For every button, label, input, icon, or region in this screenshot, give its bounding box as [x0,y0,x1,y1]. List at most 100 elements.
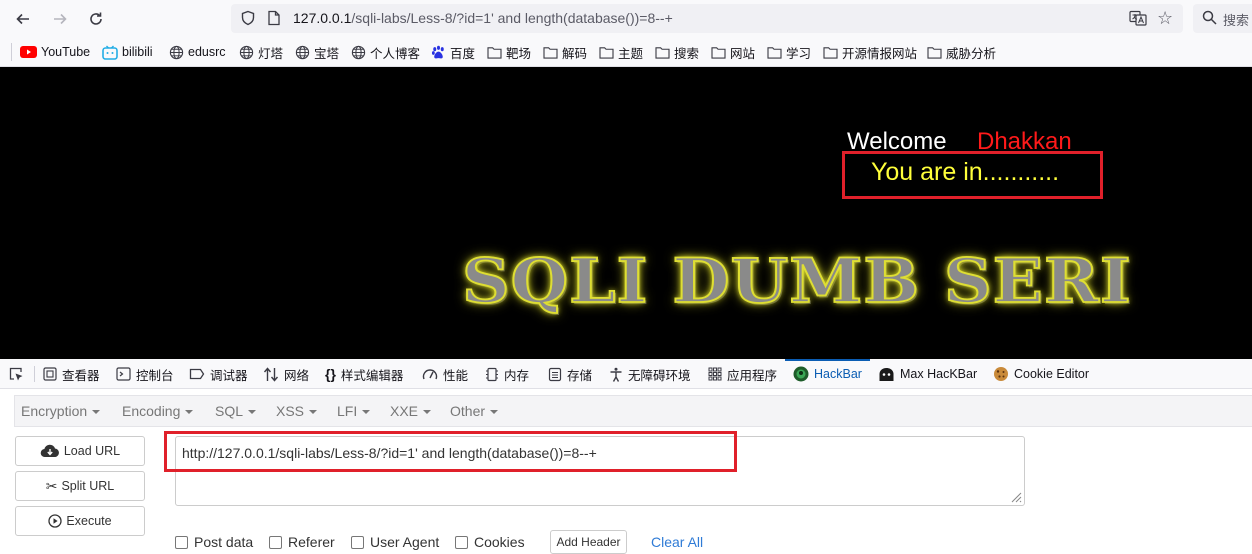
globe-icon [295,45,310,59]
tab-console[interactable]: 控制台 [116,359,174,389]
caret-down-icon [423,410,432,415]
tab-memory[interactable]: 内存 [485,359,529,389]
menu-xss[interactable]: XSS [276,403,318,419]
play-circle-icon [48,514,63,528]
tab-debugger[interactable]: 调试器 [189,359,248,389]
element-picker-icon [9,367,23,381]
user-agent-checkbox[interactable] [351,535,364,549]
option-label: User Agent [370,534,440,550]
star-icon[interactable]: ☆ [1157,8,1173,29]
tab-accessibility[interactable]: 无障碍环境 [609,359,691,389]
menu-encoding[interactable]: Encoding [122,403,194,419]
option-label: Referer [288,534,335,550]
bookmark-baota[interactable]: 宝塔 [295,43,339,61]
search-box[interactable]: 搜索 [1193,4,1252,33]
shield-icon[interactable] [240,10,256,26]
bookmark-edusrc[interactable]: edusrc [169,43,226,61]
tab-label: 查看器 [62,368,100,383]
split-url-button[interactable]: ✂ Split URL [15,471,145,501]
bookmark-baidu[interactable]: 百度 [431,43,475,61]
element-picker-button[interactable] [8,359,24,389]
storage-icon [548,367,562,381]
style-editor-icon: {} [325,366,336,382]
bookmark-label: 主题 [618,46,644,61]
load-url-label: Load URL [63,444,121,458]
bookmark-folder-zhuti[interactable]: 主题 [599,43,643,61]
address-bar[interactable]: 127.0.0.1/sqli-labs/Less-8/?id=1' and le… [231,4,1183,33]
menu-sql[interactable]: SQL [215,403,257,419]
debugger-icon [189,368,205,380]
menu-label: LFI [337,403,358,419]
scissors-icon: ✂ [45,477,58,494]
tab-max-hackbar[interactable]: Max HacKBar [878,359,977,389]
menu-xxe[interactable]: XXE [390,403,432,419]
menu-encryption[interactable]: Encryption [21,403,101,419]
option-label: Cookies [474,534,525,550]
tab-application[interactable]: 应用程序 [708,359,777,389]
load-url-button[interactable]: Load URL [15,436,145,466]
option-post-data[interactable]: Post data [175,534,253,550]
back-button[interactable] [11,7,35,31]
menu-label: XXE [390,403,419,419]
tab-label: 无障碍环境 [628,368,691,383]
bookmark-folder-xuexi[interactable]: 学习 [767,43,811,61]
menu-label: Other [450,403,486,419]
reload-button[interactable] [84,7,108,31]
page-viewport: Welcome Dhakkan You are in........... SQ… [0,67,1252,359]
option-user-agent[interactable]: User Agent [351,534,439,550]
devtools-divider [34,366,35,382]
devtools-tabbar: 查看器 控制台 调试器 网络 {} 样式编辑器 性能 内存 存储 无障碍环境 应… [0,359,1252,389]
hackbar-icon [793,366,809,382]
tab-storage[interactable]: 存储 [548,359,592,389]
folder-icon [543,46,558,59]
baidu-icon [431,45,444,58]
tab-label: 应用程序 [727,368,778,383]
bookmark-label: 靶场 [506,46,532,61]
bookmark-folder-jiema[interactable]: 解码 [543,43,587,61]
tab-label: 调试器 [210,368,248,383]
reload-icon [90,12,102,25]
tab-network[interactable]: 网络 [263,359,309,389]
tab-style-editor[interactable]: {} 样式编辑器 [325,359,403,389]
bookmark-blog[interactable]: 个人博客 [351,43,420,61]
translate-icon[interactable] [1129,10,1147,26]
url-text[interactable]: 127.0.0.1/sqli-labs/Less-8/?id=1' and le… [293,10,673,26]
execute-button[interactable]: Execute [15,506,145,536]
bookmark-label: edusrc [188,45,226,59]
tab-cookie-editor[interactable]: Cookie Editor [993,359,1089,389]
folder-icon [767,46,782,59]
referer-checkbox[interactable] [269,535,282,549]
tab-hackbar[interactable]: HackBar [785,359,870,389]
bookmark-bilibili[interactable]: bilibili [102,43,153,61]
bookmark-label: 个人博客 [370,46,421,61]
tab-performance[interactable]: 性能 [422,359,468,389]
tab-label: HackBar [814,367,862,381]
menu-other[interactable]: Other [450,403,499,419]
cookie-icon [994,367,1008,381]
bookmark-youtube[interactable]: YouTube [20,43,90,61]
post-data-checkbox[interactable] [175,535,188,549]
bookmark-folder-sousuo[interactable]: 搜索 [655,43,699,61]
caret-down-icon [92,410,101,415]
bookmark-label: 网站 [730,46,756,61]
bookmark-folder-osint[interactable]: 开源情报网站 [823,43,917,61]
bookmark-folder-wangzhan[interactable]: 网站 [711,43,755,61]
menu-lfi[interactable]: LFI [337,403,371,419]
bookmark-dengta[interactable]: 灯塔 [239,43,283,61]
page-icon[interactable] [267,10,281,26]
option-cookies[interactable]: Cookies [455,534,525,550]
query-result-text: You are in........... [871,158,1060,186]
hackbar-menubar: Encryption Encoding SQL XSS LFI XXE Othe… [14,395,1252,427]
forward-button[interactable] [48,7,72,31]
clear-all-link[interactable]: Clear All [651,534,703,550]
bookmark-label: YouTube [41,45,91,59]
option-referer[interactable]: Referer [269,534,335,550]
option-label: Post data [194,534,254,550]
bookmark-folder-threat[interactable]: 威胁分析 [927,43,996,61]
cookies-checkbox[interactable] [455,535,468,549]
bookmark-folder-bachang[interactable]: 靶场 [487,43,531,61]
resize-grip-icon[interactable] [1010,491,1022,503]
tab-inspector[interactable]: 查看器 [43,359,100,389]
tab-label: Cookie Editor [1014,367,1090,381]
add-header-button[interactable]: Add Header [550,530,627,554]
